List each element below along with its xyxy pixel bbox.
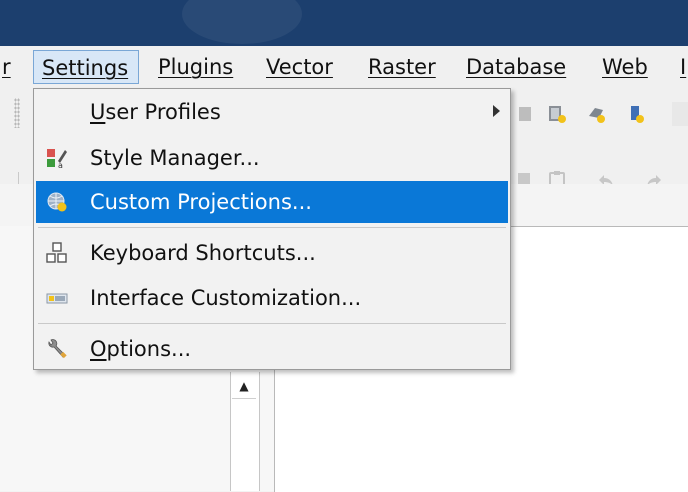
menu-item-interface-customization[interactable]: Interface Customization... — [36, 277, 508, 319]
menu-item-keyboard-shortcuts[interactable]: Keyboard Shortcuts... — [36, 232, 508, 274]
scroll-up-arrow-icon[interactable]: ▲ — [232, 374, 256, 399]
new-temp-layer-icon[interactable] — [627, 104, 647, 124]
menu-item-label: Interface Customization... — [90, 286, 362, 310]
menu-item-label: Keyboard Shortcuts... — [90, 241, 316, 265]
menu-item-user-profiles[interactable]: User Profiles — [36, 91, 508, 133]
menu-web[interactable]: Web — [594, 50, 656, 84]
menu-vector[interactable]: Vector — [258, 50, 341, 84]
submenu-arrow-icon — [493, 105, 500, 117]
menu-item-label: User Profiles — [90, 100, 221, 124]
menu-plugins[interactable]: Plugins — [150, 50, 241, 84]
keyboard-shortcuts-icon — [46, 242, 67, 263]
menu-database[interactable]: Database — [458, 50, 574, 84]
interface-customization-icon — [46, 293, 68, 304]
menu-settings[interactable]: Settings — [33, 50, 139, 84]
menu-separator — [38, 227, 506, 228]
menu-view-partial[interactable]: r — [0, 50, 19, 84]
settings-dropdown-menu: User Profiles a Style Manager... Custom … — [33, 88, 511, 370]
wrench-icon — [48, 339, 67, 359]
menu-item-style-manager[interactable]: a Style Manager... — [36, 137, 508, 179]
toolbar-layer-icon[interactable] — [515, 104, 535, 124]
globe-projection-icon — [47, 192, 67, 212]
menu-item-label: Custom Projections... — [90, 190, 312, 214]
toolbar-overflow[interactable] — [672, 102, 688, 126]
new-layer-icon[interactable] — [547, 104, 567, 124]
menu-bar: r Settings Plugins Vector Raster Databas… — [0, 46, 688, 89]
svg-text:a: a — [58, 161, 63, 169]
menu-separator — [38, 323, 506, 324]
style-manager-icon: a — [47, 149, 67, 169]
menu-item-options[interactable]: Options... — [36, 328, 508, 370]
new-virtual-layer-icon[interactable] — [587, 104, 607, 124]
window-title-bar — [0, 0, 688, 46]
title-bar-decoration — [182, 0, 302, 44]
menu-item-custom-projections[interactable]: Custom Projections... — [36, 181, 508, 223]
toolbar-grip[interactable] — [14, 98, 20, 128]
menu-item-label: Style Manager... — [90, 146, 260, 170]
menu-item-label: Options... — [90, 337, 192, 361]
menu-help-partial[interactable]: I — [672, 50, 688, 84]
menu-raster[interactable]: Raster — [360, 50, 444, 84]
